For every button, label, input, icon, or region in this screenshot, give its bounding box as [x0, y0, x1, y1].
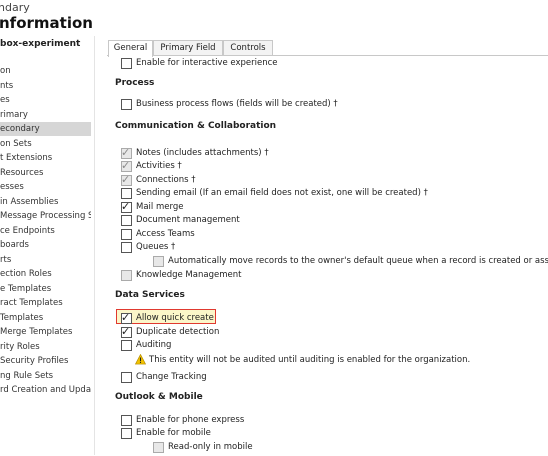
sidebar-item[interactable]: Security Profiles [0, 354, 91, 368]
option-label: Sending email (If an email field does no… [136, 188, 428, 198]
section-heading-process: Process [115, 78, 155, 88]
sidebar-item[interactable]: t Extensions [0, 151, 91, 165]
section-heading-data-services: Data Services [115, 290, 185, 300]
checkbox[interactable] [121, 188, 132, 199]
sidebar-item-selected[interactable]: econdary [0, 122, 91, 136]
option-label: Document management [136, 215, 240, 225]
sidebar-item[interactable]: Merge Templates [0, 325, 91, 339]
tab-primary-field[interactable]: Primary Field [153, 40, 223, 56]
option-label: Access Teams [136, 229, 195, 239]
sidebar-item[interactable]: rts [0, 253, 91, 267]
sidebar-item[interactable]: rd Creation and Upda... [0, 383, 91, 397]
checkbox-disabled [121, 270, 132, 281]
option-label: Automatically move records to the owner'… [168, 256, 548, 266]
option-label: Auditing [136, 340, 172, 350]
sidebar-item[interactable]: Resources [0, 166, 91, 180]
sidebar-item[interactable]: ection Roles [0, 267, 91, 281]
option-label: Connections † [136, 175, 196, 185]
option-label: Enable for mobile [136, 428, 211, 438]
section-heading-communication: Communication & Collaboration [115, 121, 277, 131]
option-label: Read-only in mobile [168, 442, 253, 452]
sidebar-item[interactable]: Templates [0, 311, 91, 325]
checkbox-disabled [153, 256, 164, 267]
option-label: Activities † [136, 161, 182, 171]
checkbox[interactable] [121, 58, 132, 69]
sidebar-item[interactable]: esses [0, 180, 91, 194]
sidebar-item[interactable]: on [0, 64, 91, 78]
checkbox[interactable] [121, 428, 132, 439]
checkbox-checked-disabled: ✓ [121, 173, 132, 186]
sidebar-item[interactable]: es [0, 93, 91, 107]
warning-icon [135, 354, 146, 365]
sidebar-item[interactable]: rity Roles [0, 340, 91, 354]
page-title: nformation [0, 14, 93, 32]
checkbox[interactable] [121, 229, 132, 240]
sidebar-item[interactable]: Message Processing S... [0, 209, 91, 223]
audit-warning-text: This entity will not be audited until au… [149, 355, 471, 365]
option-label: Knowledge Management [136, 270, 242, 280]
option-label: Duplicate detection [136, 327, 220, 337]
option-label: Allow quick create [136, 313, 214, 323]
option-label: Enable for interactive experience [136, 58, 278, 68]
checkbox-checked[interactable]: ✓ [121, 311, 132, 324]
checkbox[interactable] [121, 340, 132, 351]
sidebar-item[interactable]: boards [0, 238, 91, 252]
option-label: Enable for phone express [136, 415, 245, 425]
checkbox-checked[interactable]: ✓ [121, 325, 132, 338]
sidebar-item[interactable]: ract Templates [0, 296, 91, 310]
checkbox[interactable] [121, 242, 132, 253]
sidebar-nav: box-experiment on nts es rimary econdary… [0, 36, 92, 455]
sidebar-item[interactable]: e Templates [0, 282, 91, 296]
option-label: Mail merge [136, 202, 184, 212]
checkbox[interactable] [121, 99, 132, 110]
checkbox[interactable] [121, 215, 132, 226]
tab-controls[interactable]: Controls [223, 40, 273, 56]
sidebar-item[interactable]: on Sets [0, 137, 91, 151]
sidebar-item[interactable]: rimary [0, 108, 91, 122]
option-label: Queues † [136, 242, 176, 252]
breadcrumb-subtitle: ndary [0, 1, 30, 14]
tab-general[interactable]: General [108, 40, 153, 57]
option-label: Business process flows (fields will be c… [136, 99, 338, 109]
checkbox-disabled [153, 442, 164, 453]
sidebar-item[interactable]: in Assemblies [0, 195, 91, 209]
checkbox-checked-disabled: ✓ [121, 159, 132, 172]
checkbox-checked-disabled: ✓ [121, 146, 132, 159]
checkbox[interactable] [121, 415, 132, 426]
sidebar-heading: box-experiment [0, 39, 81, 49]
option-label: Notes (includes attachments) † [136, 148, 269, 158]
sidebar-divider [94, 36, 95, 455]
checkbox-checked[interactable]: ✓ [121, 200, 132, 213]
sidebar-item[interactable]: ce Endpoints [0, 224, 91, 238]
sidebar-item[interactable]: nts [0, 79, 91, 93]
checkbox[interactable] [121, 372, 132, 383]
section-heading-outlook-mobile: Outlook & Mobile [115, 392, 203, 402]
option-label: Change Tracking [136, 372, 207, 382]
sidebar-item[interactable]: ng Rule Sets [0, 369, 91, 383]
